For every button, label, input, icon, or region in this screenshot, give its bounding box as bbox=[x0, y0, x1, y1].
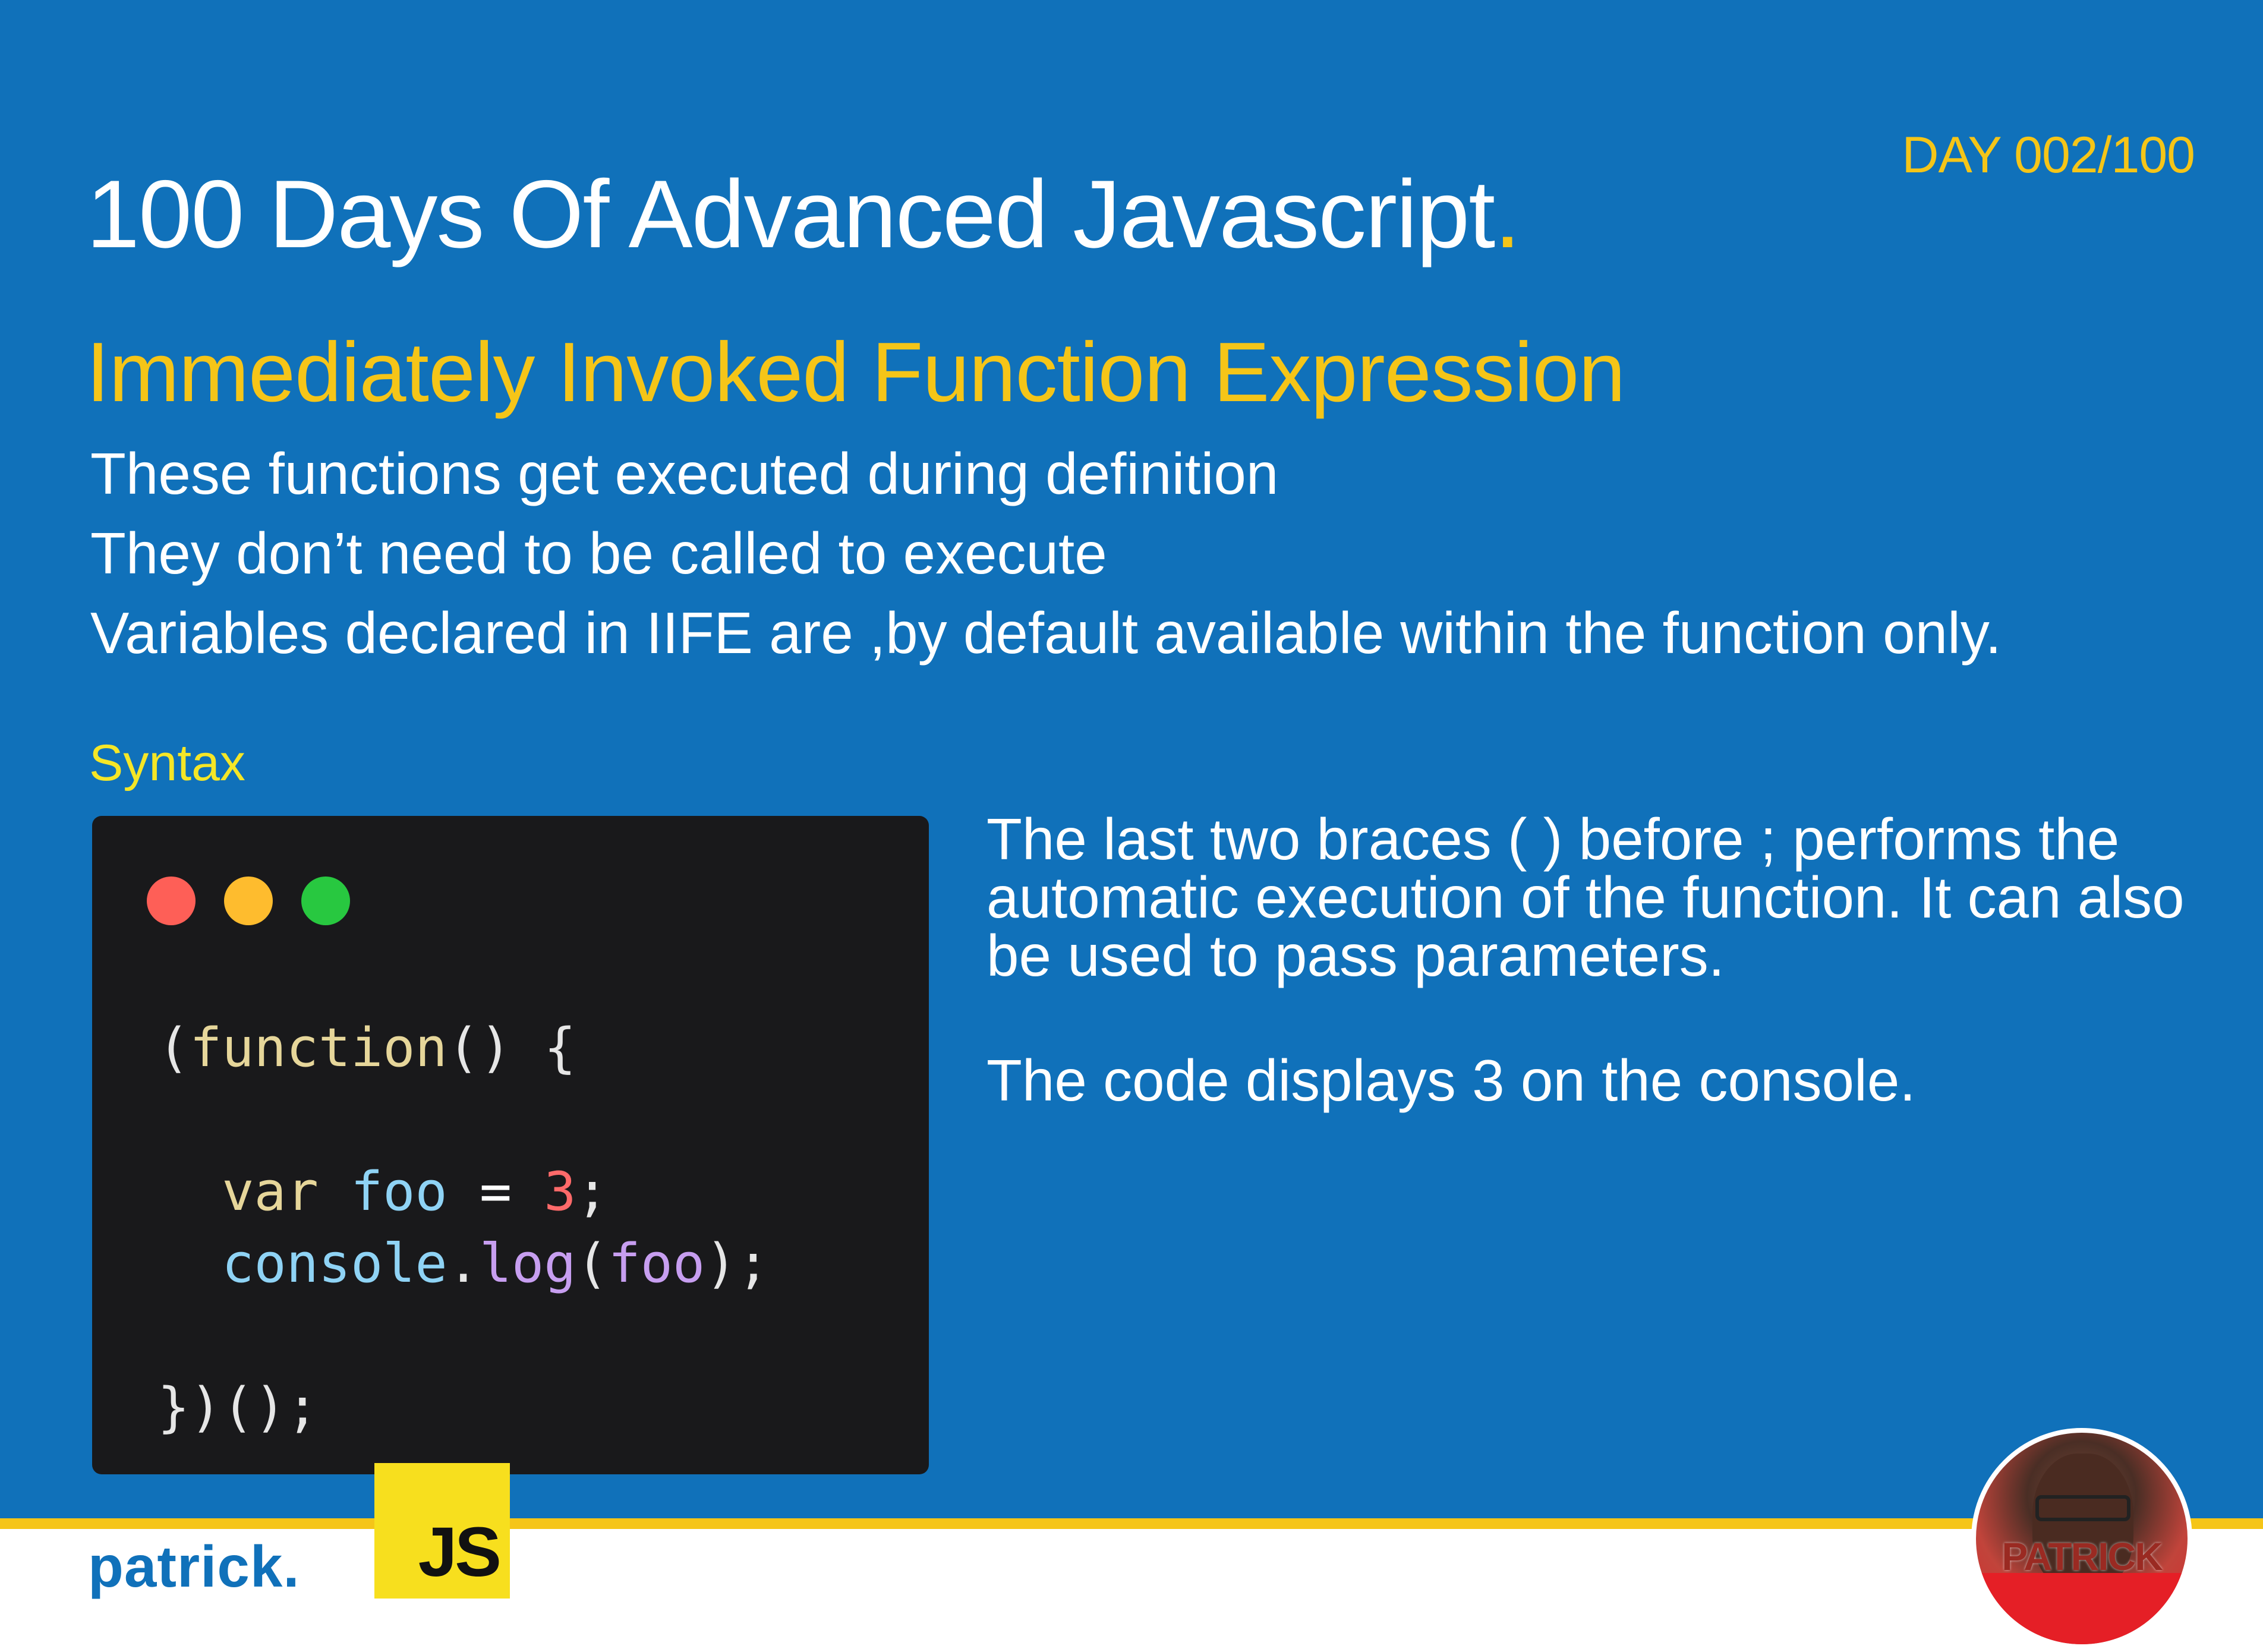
code-line-2: var foo = 3; bbox=[157, 1161, 609, 1223]
code-token: . bbox=[447, 1232, 480, 1295]
code-token: () { bbox=[447, 1017, 576, 1079]
code-token: foo bbox=[608, 1232, 705, 1295]
code-token: function bbox=[190, 1017, 447, 1079]
day-counter: DAY 002/100 bbox=[1902, 127, 2195, 184]
code-token: 3 bbox=[544, 1161, 576, 1223]
code-token: console bbox=[222, 1232, 447, 1295]
code-token: ( bbox=[157, 1017, 190, 1079]
code-token: var bbox=[222, 1161, 319, 1223]
code-token: foo bbox=[351, 1161, 447, 1223]
js-logo-icon: JS bbox=[374, 1463, 510, 1599]
page-title-dot: . bbox=[1494, 160, 1521, 268]
list-item: They don’t need to be called to execute bbox=[90, 521, 1107, 586]
topic-heading: Immediately Invoked Function Expression bbox=[86, 325, 1625, 420]
list-item: These functions get executed during defi… bbox=[90, 441, 1279, 506]
footer-bar bbox=[0, 1529, 2263, 1652]
avatar-label: PATRICK bbox=[2002, 1534, 2163, 1578]
page-title: 100 Days Of Advanced Javascript. bbox=[86, 159, 1521, 270]
description: The last two braces ( ) before ; perform… bbox=[986, 810, 2240, 1109]
code-line-3: console.log(foo); bbox=[157, 1232, 770, 1295]
code-token: = bbox=[447, 1161, 544, 1223]
code-token: ; bbox=[576, 1161, 609, 1223]
brand-name: patrick. bbox=[88, 1534, 300, 1599]
code-block: (function() { var foo = 3; console.log(f… bbox=[157, 1012, 770, 1443]
avatar-glasses bbox=[2035, 1495, 2130, 1521]
footer-divider bbox=[0, 1518, 2263, 1529]
code-token: ); bbox=[705, 1232, 770, 1295]
code-token: log bbox=[479, 1232, 576, 1295]
description-paragraph: The last two braces ( ) before ; perform… bbox=[986, 806, 2185, 988]
window-minimize-dot-icon bbox=[224, 877, 273, 925]
page-title-text: 100 Days Of Advanced Javascript bbox=[86, 160, 1495, 268]
code-line-4: })(); bbox=[157, 1376, 319, 1439]
avatar: PATRICK bbox=[1971, 1428, 2192, 1649]
topic-bullet-list: These functions get executed during defi… bbox=[90, 434, 2002, 673]
js-logo-text: JS bbox=[418, 1513, 502, 1591]
list-item: Variables declared in IIFE are ,by defau… bbox=[90, 600, 2002, 666]
description-paragraph: The code displays 3 on the console. bbox=[986, 1048, 1916, 1113]
code-line-1: (function() { bbox=[157, 1017, 576, 1079]
syntax-label: Syntax bbox=[89, 734, 245, 792]
window-maximize-dot-icon bbox=[301, 877, 350, 925]
code-token: ( bbox=[576, 1232, 609, 1295]
code-window: (function() { var foo = 3; console.log(f… bbox=[92, 816, 929, 1474]
avatar-shirt bbox=[1976, 1573, 2188, 1644]
window-close-dot-icon bbox=[147, 877, 196, 925]
